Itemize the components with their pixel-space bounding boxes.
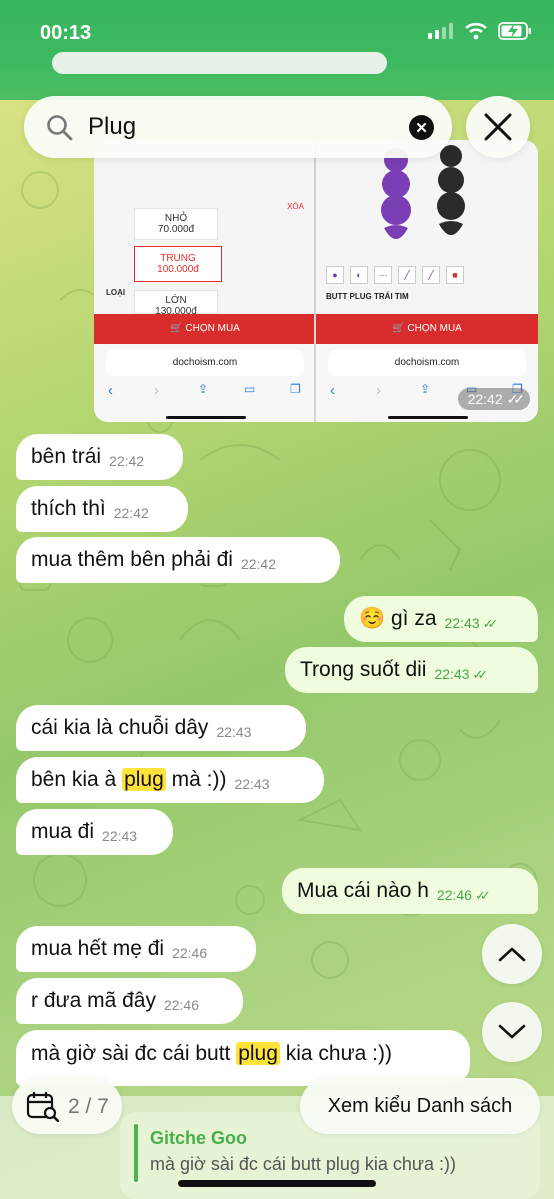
message-text: Mua cái nào h [297,879,429,902]
message-bubble[interactable]: mua thêm bên phải đi 22:42 [16,537,340,583]
url-field-left: dochoism.com [106,350,304,376]
message-time: 22:43 [216,724,252,740]
message-time: 22:42 [240,556,277,572]
message-bubble[interactable]: thích thì 22:42 [16,486,188,532]
read-checkmarks-icon: ✓✓ [482,616,499,631]
list-view-button[interactable]: Xem kiểu Danh sách [300,1078,540,1134]
previous-result-button[interactable] [482,924,542,984]
url-field-right: dochoism.com [328,350,526,376]
message-bubble[interactable]: cái kia là chuỗi dây 22:43 [16,705,306,751]
message-text: gì za [391,607,437,630]
search-match-highlight: plug [122,768,166,791]
screenshot-left[interactable]: XÓA NHỎ 70.000đ TRUNG 100.000đ LOẠI LỚN … [94,140,316,422]
search-icon [47,115,73,141]
message-time: 22:42 [113,505,149,521]
message-time: 22:43 [102,828,138,844]
read-checkmarks-icon: ✓✓ [474,888,491,903]
message-time: 22:43 [234,776,270,792]
message-text: thích thì [31,497,106,520]
message-time: 22:43 [444,615,480,631]
wifi-icon [465,22,487,40]
buy-label-left: CHỌN MUA [185,323,240,334]
message-text: mua thêm bên phải đi [31,548,233,571]
remove-label: XÓA [287,202,304,211]
clock: 00:13 [40,22,92,44]
message-text: mua đi [31,820,95,843]
type-label: LOẠI [106,288,126,297]
status-bar: 00:13 [0,0,554,100]
option-large-label: LỚN [165,295,187,306]
message-time: 22:42 [109,453,145,469]
message-text: bên trái [31,445,102,468]
result-counter-text: 2 / 7 [68,1095,109,1118]
browser-nav-left: ‹ › ⇪ ▭ ❐ [108,382,301,399]
message-bubble[interactable]: bên kia à plug mà :)) 22:43 [16,757,324,803]
option-medium-label: TRUNG [160,253,196,264]
buy-button-right: 🛒 CHỌN MUA [316,314,538,344]
option-large: LỚN 130.000đ [134,290,218,317]
product-name: BUTT PLUG TRÁI TIM [326,292,409,301]
message-time: 22:46 [163,997,199,1013]
message-time: 22:46 [172,945,208,961]
chevron-up-icon [498,947,526,962]
search-input[interactable]: Plug [88,113,136,141]
browser-bar-left: dochoism.com ‹ › ⇪ ▭ ❐ [94,344,314,422]
battery-charging-icon [498,22,531,40]
cellular-signal-icon [428,23,453,39]
next-result-button[interactable] [482,1002,542,1062]
message-time: 22:43 [434,666,470,682]
message-bubble-outgoing[interactable]: ☺️ gì za 22:43 ✓✓ [344,596,538,642]
media-time-text: 22:42 [467,391,503,407]
message-time: 22:46 [436,887,472,903]
media-message-screenshots[interactable]: XÓA NHỎ 70.000đ TRUNG 100.000đ LOẠI LỚN … [94,140,538,422]
reply-text: mà giờ sài đc cái butt plug kia chưa :)) [150,1154,456,1174]
buy-label-right: CHỌN MUA [407,323,462,334]
option-small-price: 70.000đ [157,224,195,235]
search-result-counter[interactable]: 2 / 7 [12,1078,122,1134]
message-text-pre: mà giờ sài đc cái butt [31,1042,231,1065]
search-bar[interactable]: Plug ✕ [24,96,452,158]
chat-header-blurred [52,52,387,74]
option-medium: TRUNG 100.000đ [134,246,222,282]
message-text: cái kia là chuỗi dây [31,716,209,739]
message-text: mua hết mẹ đi [31,937,165,960]
option-medium-price: 100.000đ [157,264,199,275]
message-text: Trong suốt dii [300,658,427,681]
screenshot-right[interactable]: ● ◐ ⋯ ╱ ╱ ■ BUTT PLUG TRÁI TIM 🛒 CHỌN MUA d… [316,140,538,422]
close-search-button[interactable] [466,96,530,158]
x-circle-icon: ✕ [415,119,428,137]
calendar-search-icon [26,1092,60,1122]
clear-search-button[interactable]: ✕ [409,115,434,140]
search-match-highlight: plug [236,1042,280,1065]
message-bubble-outgoing[interactable]: Trong suốt dii 22:43 ✓✓ [285,647,538,693]
message-bubble[interactable]: r đưa mã đây 22:46 [16,978,243,1024]
message-text: r đưa mã đây [31,989,156,1012]
message-bubble[interactable]: bên trái 22:42 [16,434,183,480]
browser-bar-right: dochoism.com ‹ › ⇪ ▭ ❐ [316,344,538,422]
message-bubble[interactable]: mua hết mẹ đi 22:46 [16,926,256,972]
chevron-down-icon [498,1024,526,1039]
message-bubble[interactable]: mua đi 22:43 [16,809,173,855]
option-small-label: NHỎ [164,213,188,224]
product-thumbnails: ● ◐ ⋯ ╱ ╱ ■ [326,266,464,284]
status-icons [428,22,532,40]
reply-accent-bar [134,1124,138,1182]
smile-emoji: ☺️ [359,607,386,630]
message-text-post: kia chưa :)) [285,1042,393,1065]
option-small: NHỎ 70.000đ [134,208,218,240]
home-indicator [178,1180,376,1187]
media-timestamp: 22:42 ✓✓ [457,388,530,410]
reply-sender-name: Gitche Goo [150,1128,248,1148]
close-icon [484,113,512,141]
message-bubble-outgoing[interactable]: Mua cái nào h 22:46 ✓✓ [282,868,538,914]
buy-button-left: 🛒 CHỌN MUA [94,314,314,344]
message-text-post: mà :)) [171,768,227,791]
message-text-pre: bên kia à [31,768,117,791]
read-checkmarks-icon: ✓✓ [472,667,489,682]
